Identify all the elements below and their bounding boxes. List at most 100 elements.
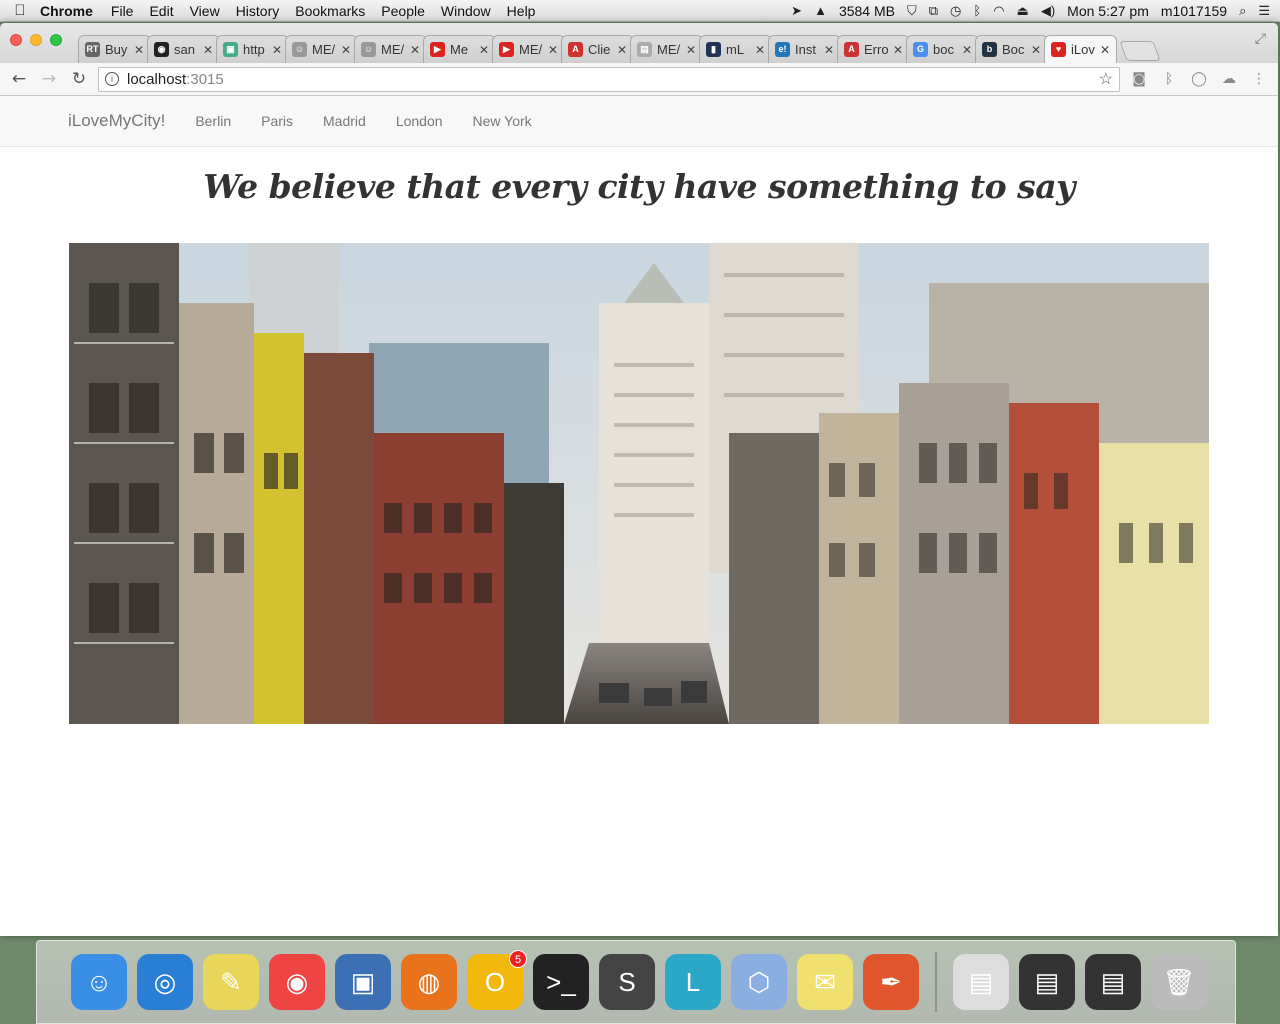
close-tab-icon[interactable]: ✕ <box>1100 43 1110 57</box>
dock-opera-icon[interactable]: O5 <box>467 950 527 1010</box>
close-tab-icon[interactable]: ✕ <box>410 43 420 57</box>
menu-kebab-icon[interactable]: ⋮ <box>1248 71 1270 87</box>
menu-help[interactable]: Help <box>507 3 536 19</box>
close-tab-icon[interactable]: ✕ <box>203 43 213 57</box>
browser-tab[interactable]: e! Inst ✕ <box>768 35 841 63</box>
menu-window[interactable]: Window <box>441 3 491 19</box>
memory-readout[interactable]: 3584 MB <box>839 3 895 19</box>
browser-tab[interactable]: b Boc ✕ <box>975 35 1048 63</box>
close-tab-icon[interactable]: ✕ <box>617 43 627 57</box>
nav-london[interactable]: London <box>396 113 443 129</box>
location-icon[interactable]: ➤ <box>791 3 802 19</box>
browser-tab[interactable]: Gboc ✕ <box>906 35 979 63</box>
menu-history[interactable]: History <box>236 3 280 19</box>
address-bar[interactable]: i localhost:3015 ☆ <box>98 66 1120 92</box>
wifi-icon[interactable]: ◠ <box>993 3 1004 19</box>
app-menu[interactable]: Chrome <box>40 3 93 19</box>
spotlight-icon[interactable]: ⌕ <box>1239 3 1246 19</box>
browser-tab[interactable]: A Erro ✕ <box>837 35 910 63</box>
notification-center-icon[interactable]: ☰ <box>1258 3 1270 19</box>
bookmark-star-icon[interactable]: ☆ <box>1099 69 1113 89</box>
browser-tab[interactable]: ▣ http ✕ <box>216 35 289 63</box>
nav-madrid[interactable]: Madrid <box>323 113 366 129</box>
dock-launcher-icon[interactable]: L <box>665 954 721 1010</box>
menu-people[interactable]: People <box>381 3 425 19</box>
tab-favicon-icon: ☺ <box>361 42 376 57</box>
close-tab-icon[interactable]: ✕ <box>134 43 144 57</box>
time-machine-icon[interactable]: ◷ <box>950 3 961 19</box>
tab-title: mL <box>726 42 745 57</box>
nav-berlin[interactable]: Berlin <box>195 113 231 129</box>
fullscreen-icon[interactable]: ⤢ <box>1255 31 1266 47</box>
extension-glasses-icon[interactable]: ◙ <box>1128 71 1150 87</box>
clock[interactable]: Mon 5:27 pm <box>1067 3 1149 19</box>
site-brand[interactable]: iLoveMyCity! <box>68 111 165 131</box>
browser-tab[interactable]: ◉ san ✕ <box>147 35 220 63</box>
extension-bluetooth-icon[interactable]: ᛒ <box>1158 71 1180 87</box>
apple-menu-icon[interactable]:  <box>0 2 40 19</box>
tab-favicon-icon: A <box>568 42 583 57</box>
menu-view[interactable]: View <box>190 3 220 19</box>
eject-icon[interactable]: ⏏ <box>1017 3 1029 19</box>
dock-window-1-icon[interactable]: ▤ <box>953 954 1009 1010</box>
close-tab-icon[interactable]: ✕ <box>341 43 351 57</box>
forward-button[interactable]: → <box>38 69 60 89</box>
close-tab-icon[interactable]: ✕ <box>548 43 558 57</box>
browser-tab[interactable]: A Clie ✕ <box>561 35 634 63</box>
dock-finder-icon[interactable]: ☺ <box>71 954 127 1010</box>
tab-title: boc <box>933 42 954 57</box>
browser-tab[interactable]: ▮ mL ✕ <box>699 35 772 63</box>
close-tab-icon[interactable]: ✕ <box>893 43 903 57</box>
nav-paris[interactable]: Paris <box>261 113 293 129</box>
browser-window: RT Buy ✕ ◉ san ✕ ▣ http ✕ ☺ ME/ ✕ ☺ ME/ ✕ ▶ Me ✕ ▶ ME/ ✕ A Cli… <box>0 23 1278 936</box>
menu-bookmarks[interactable]: Bookmarks <box>295 3 365 19</box>
close-tab-icon[interactable]: ✕ <box>479 43 489 57</box>
user-name[interactable]: m1017159 <box>1161 3 1227 19</box>
nav-new-york[interactable]: New York <box>473 113 532 129</box>
bluetooth-icon[interactable]: ᛒ <box>973 3 981 18</box>
new-tab-button[interactable] <box>1119 41 1161 61</box>
dock-notes-icon[interactable]: ✉ <box>797 954 853 1010</box>
browser-tab[interactable]: ♥ iLov ✕ <box>1044 35 1117 63</box>
extension-circle-icon[interactable]: ◯ <box>1188 71 1210 87</box>
clipboard-icon[interactable]: ⧉ <box>929 3 938 19</box>
dock-virtualbox-icon[interactable]: ▣ <box>335 954 391 1010</box>
menu-file[interactable]: File <box>111 3 134 19</box>
site-info-icon[interactable]: i <box>105 72 119 86</box>
menu-edit[interactable]: Edit <box>149 3 173 19</box>
browser-tab[interactable]: ▶ Me ✕ <box>423 35 496 63</box>
reload-button[interactable]: ↻ <box>68 69 90 89</box>
page-headline: We believe that every city have somethin… <box>203 167 1075 206</box>
dock-terminal-icon[interactable]: >_ <box>533 954 589 1010</box>
close-tab-icon[interactable]: ✕ <box>1031 43 1041 57</box>
close-tab-icon[interactable]: ✕ <box>272 43 282 57</box>
close-tab-icon[interactable]: ✕ <box>962 43 972 57</box>
dock-stickies-icon[interactable]: ✎ <box>203 954 259 1010</box>
browser-tab[interactable]: ☺ ME/ ✕ <box>285 35 358 63</box>
volume-icon[interactable]: ◀) <box>1041 3 1055 19</box>
close-tab-icon[interactable]: ✕ <box>755 43 765 57</box>
back-button[interactable]: ← <box>8 69 30 89</box>
close-window-button[interactable] <box>10 34 22 46</box>
memory-icon[interactable]: ▲ <box>814 3 827 18</box>
browser-tab[interactable]: ☺ ME/ ✕ <box>354 35 427 63</box>
browser-tab[interactable]: ▤ ME/ ✕ <box>630 35 703 63</box>
dock-trash-icon[interactable]: 🗑 <box>1151 954 1207 1010</box>
dock-paw-icon[interactable]: ✒ <box>863 954 919 1010</box>
browser-tab[interactable]: ▶ ME/ ✕ <box>492 35 565 63</box>
dock-cube-app-icon[interactable]: ⬡ <box>731 954 787 1010</box>
dock-window-2-icon[interactable]: ▤ <box>1019 954 1075 1010</box>
dock-window-3-icon[interactable]: ▤ <box>1085 954 1141 1010</box>
zoom-window-button[interactable] <box>50 34 62 46</box>
dock-chrome-icon[interactable]: ◉ <box>269 954 325 1010</box>
dock-firefox-icon[interactable]: ◍ <box>401 954 457 1010</box>
shield-icon[interactable]: ⛉ <box>907 3 917 19</box>
browser-tab[interactable]: RT Buy ✕ <box>78 35 151 63</box>
extension-cloud-icon[interactable]: ☁ <box>1218 71 1240 87</box>
minimize-window-button[interactable] <box>30 34 42 46</box>
dock-sublime-icon[interactable]: S <box>599 954 655 1010</box>
close-tab-icon[interactable]: ✕ <box>824 43 834 57</box>
close-tab-icon[interactable]: ✕ <box>686 43 696 57</box>
dock-safari-icon[interactable]: ◎ <box>137 954 193 1010</box>
tab-favicon-icon: ▮ <box>706 42 721 57</box>
